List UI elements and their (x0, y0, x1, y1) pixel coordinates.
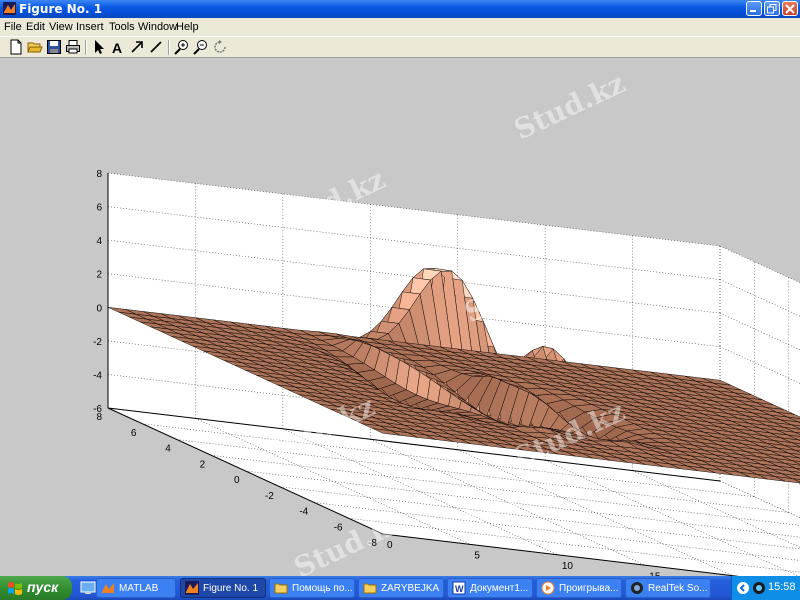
show-desktop-icon[interactable] (80, 580, 96, 596)
taskbar-button-label: Figure No. 1 (203, 583, 259, 594)
svg-text:W: W (455, 584, 464, 594)
taskbar-button-help[interactable]: Помощь по... (269, 578, 355, 598)
taskbar-button-figure[interactable]: Figure No. 1 (180, 578, 266, 598)
close-icon (785, 4, 795, 14)
taskbar: пуск MATLAB Figure No. 1 Помощь по... ZA… (0, 576, 800, 600)
y-tick-label: 2 (200, 459, 206, 470)
select-arrow-icon[interactable] (91, 39, 107, 55)
menu-file[interactable]: File (4, 21, 22, 33)
x-tick-label: 10 (562, 561, 574, 572)
taskbar-button-zarybejka[interactable]: ZARYBEJKA (358, 578, 444, 598)
taskbar-button-label: Помощь по... (292, 583, 353, 594)
menu-insert[interactable]: Insert (76, 21, 104, 33)
matlab-figure-icon (185, 581, 199, 595)
word-document-icon: W (452, 581, 466, 595)
z-tick-label: 6 (96, 203, 102, 214)
folder-icon (363, 583, 377, 594)
maximize-button[interactable] (764, 1, 780, 16)
taskbar-button-document[interactable]: W Документ1... (447, 578, 533, 598)
open-file-icon[interactable] (27, 39, 43, 55)
surface-plot[interactable]: -6-4-202468-8-6-4-20246805101520253035 S… (0, 58, 800, 576)
z-tick-label: 4 (96, 236, 102, 247)
minimize-icon (750, 10, 756, 12)
z-tick-label: 2 (96, 270, 102, 281)
print-icon[interactable] (65, 39, 81, 55)
restore-icon (767, 4, 777, 14)
taskbar-button-label: Проигрыва... (559, 583, 619, 594)
start-button[interactable]: пуск (0, 576, 72, 600)
z-tick-label: 0 (96, 303, 102, 314)
minimize-button[interactable] (746, 1, 762, 16)
figure-canvas[interactable]: -6-4-202468-8-6-4-20246805101520253035 S… (0, 58, 800, 576)
system-tray: 15:58 (731, 576, 800, 600)
menu-view[interactable]: View (49, 21, 73, 33)
tray-expand-icon[interactable] (736, 581, 750, 595)
zoom-out-icon[interactable] (193, 39, 209, 55)
toolbar-separator (85, 40, 87, 55)
menu-help[interactable]: Help (176, 21, 199, 33)
x-tick-label: 5 (474, 550, 480, 561)
watermark-text: Stud.kz (509, 67, 630, 147)
taskbar-button-realtek[interactable]: RealTek So... (625, 578, 711, 598)
insert-line-icon[interactable] (148, 39, 164, 55)
taskbar-button-label: RealTek So... (648, 583, 708, 594)
menu-edit[interactable]: Edit (26, 21, 45, 33)
zoom-in-icon[interactable] (174, 39, 190, 55)
window-title: Figure No. 1 (19, 2, 103, 16)
svg-text:A: A (112, 40, 122, 55)
start-label: пуск (27, 579, 59, 595)
toolbar-separator (168, 40, 170, 55)
media-player-icon (541, 581, 555, 595)
y-tick-label: -2 (265, 491, 274, 502)
save-icon[interactable] (46, 39, 62, 55)
matlab-icon (102, 583, 114, 593)
z-tick-label: 8 (96, 169, 102, 180)
y-tick-label: 8 (96, 412, 102, 423)
taskbar-button-label: MATLAB (119, 583, 159, 594)
windows-logo-icon (8, 582, 22, 595)
menu-tools[interactable]: Tools (109, 21, 135, 33)
volume-tray-icon[interactable] (752, 581, 766, 595)
z-tick-label: -2 (93, 337, 102, 348)
insert-text-icon[interactable]: A (110, 39, 126, 55)
speaker-icon (631, 582, 643, 594)
insert-arrow-icon[interactable] (129, 39, 145, 55)
clock: 15:58 (768, 581, 796, 593)
close-button[interactable] (782, 1, 798, 16)
y-tick-label: 4 (165, 444, 171, 455)
z-tick-label: -4 (93, 370, 102, 381)
y-tick-label: -4 (299, 507, 308, 518)
y-tick-label: 0 (234, 475, 240, 486)
taskbar-button-label: ZARYBEJKA (381, 583, 440, 594)
matlab-icon (3, 2, 16, 15)
new-figure-icon[interactable] (8, 39, 24, 55)
y-tick-label: 6 (131, 428, 137, 439)
menu-bar: File Edit View Insert Tools Window Help (0, 18, 800, 36)
toolbar: A (0, 36, 800, 58)
taskbar-button-player[interactable]: Проигрыва... (536, 578, 622, 598)
folder-icon (274, 583, 288, 594)
taskbar-button-label: Документ1... (470, 583, 529, 594)
taskbar-button-matlab[interactable]: MATLAB (96, 578, 176, 598)
menu-window[interactable]: Window (138, 21, 177, 33)
rotate-3d-icon[interactable] (212, 39, 228, 55)
title-bar: Figure No. 1 (0, 0, 800, 18)
